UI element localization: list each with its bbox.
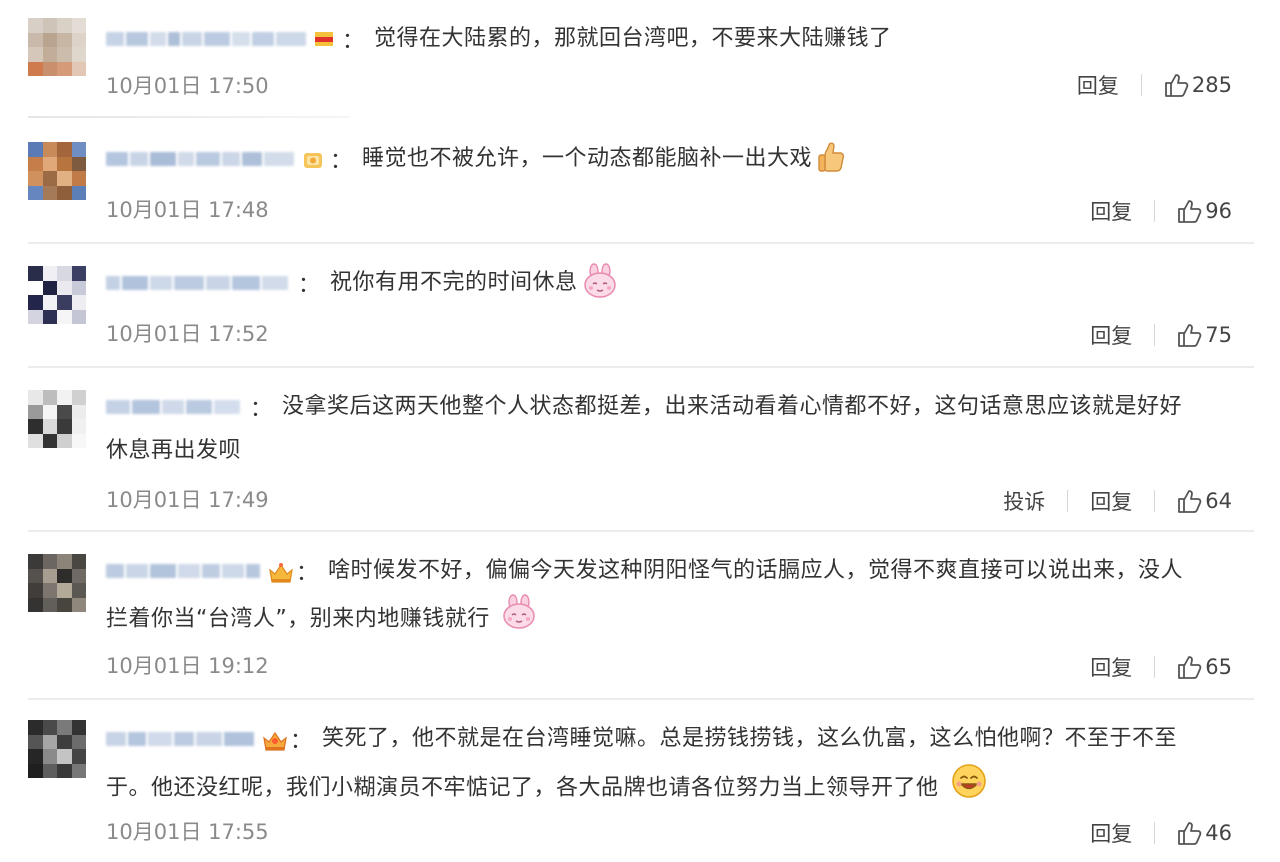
reply-button[interactable]: 回复 xyxy=(1090,320,1132,350)
divider xyxy=(28,530,1254,532)
gold-badge-icon xyxy=(302,149,322,169)
action-separator xyxy=(1154,490,1156,512)
divider xyxy=(28,242,1254,244)
avatar[interactable] xyxy=(28,142,86,200)
comment-text-continued: 拦着你当“台湾人”，别来内地赚钱就行 xyxy=(106,594,537,645)
colon: ： xyxy=(330,149,353,174)
smile-emoji xyxy=(950,762,988,815)
comment-text: 啥时候发不好，偏偏今天发这种阴阳怪气的话膈应人，觉得不爽直接可以说出来，没人 xyxy=(328,558,1184,583)
colon: ： xyxy=(298,273,321,298)
comment-text-continued: 休息再出发呗 xyxy=(106,438,242,463)
comment-time: 10月01日 17:55 xyxy=(106,820,269,844)
reply-button[interactable]: 回复 xyxy=(1077,70,1119,100)
thumbs-up-icon xyxy=(1178,656,1202,679)
action-separator xyxy=(1154,324,1156,346)
colon: ： xyxy=(290,729,313,754)
like-count: 285 xyxy=(1191,73,1232,97)
divider xyxy=(28,116,350,118)
action-separator xyxy=(1154,656,1156,678)
username[interactable]: ： 觉得在大陆累的，那就回台湾吧，不要来大陆赚钱了 xyxy=(106,26,892,54)
comment-time: 10月01日 17:48 xyxy=(106,198,269,222)
comment-text: 觉得在大陆累的，那就回台湾吧，不要来大陆赚钱了 xyxy=(374,26,892,51)
reply-button[interactable]: 回复 xyxy=(1090,486,1132,516)
comment-text: 笑死了，他不就是在台湾睡觉嘛。总是捞钱捞钱，这么仇富，这么怕他啊？不至于不至 xyxy=(322,726,1178,751)
thumbs-up-icon xyxy=(1165,74,1189,97)
comment-actions: 回复 46 xyxy=(1090,818,1232,848)
like-count: 64 xyxy=(1205,489,1232,513)
like-count: 65 xyxy=(1205,655,1232,679)
complaint-button[interactable]: 投诉 xyxy=(1003,486,1045,516)
comment-list: ： 觉得在大陆累的，那就回台湾吧，不要来大陆赚钱了 10月01日 17:50 回… xyxy=(0,0,1280,862)
thumbs-up-icon xyxy=(1178,200,1202,223)
colon: ： xyxy=(296,561,319,586)
thumbs-up-icon xyxy=(1178,490,1202,513)
pink-bunny-emoji xyxy=(501,594,537,645)
avatar[interactable] xyxy=(28,554,86,612)
username[interactable]: ： 祝你有用不完的时间休息 xyxy=(106,263,618,298)
thumbs-up-emoji xyxy=(816,140,846,178)
avatar[interactable] xyxy=(28,266,86,324)
divider xyxy=(28,698,1254,700)
like-button[interactable]: 96 xyxy=(1177,198,1232,224)
comment-actions: 回复 96 xyxy=(1090,196,1232,226)
comment-text-line2: 于。他还没红呢，我们小糊演员不牢惦记了，各大品牌也请各位努力当上领导开了他 xyxy=(106,775,939,801)
username[interactable]: ： 啥时候发不好，偏偏今天发这种阴阳怪气的话膈应人，觉得不爽直接可以说出来，没人 xyxy=(106,558,1184,586)
comment-text-line2: 拦着你当“台湾人”，别来内地赚钱就行 xyxy=(106,606,490,632)
reply-button[interactable]: 回复 xyxy=(1090,652,1132,682)
colon: ： xyxy=(250,397,273,422)
crown-badge-icon xyxy=(268,561,293,583)
pink-bunny-emoji xyxy=(582,263,618,303)
avatar[interactable] xyxy=(28,390,86,448)
like-count: 75 xyxy=(1205,323,1232,347)
comment-actions: 回复 75 xyxy=(1090,320,1232,350)
like-count: 96 xyxy=(1205,199,1232,223)
comment-text: 睡觉也不被允许，一个动态都能脑补一出大戏 xyxy=(362,146,813,171)
crown-badge-icon xyxy=(262,729,287,751)
comment-actions: 回复 65 xyxy=(1090,652,1232,682)
reply-button[interactable]: 回复 xyxy=(1090,818,1132,848)
username[interactable]: ： 没拿奖后这两天他整个人状态都挺差，出来活动看着心情都不好，这句话意思应该就是… xyxy=(106,394,1183,422)
reply-button[interactable]: 回复 xyxy=(1090,196,1132,226)
like-button[interactable]: 75 xyxy=(1177,322,1232,348)
action-separator xyxy=(1154,200,1156,222)
like-button[interactable]: 46 xyxy=(1177,820,1232,846)
like-button[interactable]: 64 xyxy=(1177,488,1232,514)
comment-time: 10月01日 17:50 xyxy=(106,74,269,98)
comment-time: 10月01日 19:12 xyxy=(106,654,269,678)
comment-text: 没拿奖后这两天他整个人状态都挺差，出来活动看着心情都不好，这句话意思应该就是好好 xyxy=(282,394,1183,419)
comment-actions: 回复 285 xyxy=(1077,70,1232,100)
like-button[interactable]: 285 xyxy=(1164,72,1232,98)
avatar[interactable] xyxy=(28,18,86,76)
comment-time: 10月01日 17:49 xyxy=(106,488,269,512)
comment-actions: 投诉 回复 64 xyxy=(1003,486,1232,516)
like-button[interactable]: 65 xyxy=(1177,654,1232,680)
like-count: 46 xyxy=(1205,821,1232,845)
flag-badge-icon xyxy=(314,29,334,49)
comment-text: 祝你有用不完的时间休息 xyxy=(330,270,578,295)
thumbs-up-icon xyxy=(1178,822,1202,845)
colon: ： xyxy=(342,29,365,54)
comment-text-continued: 于。他还没红呢，我们小糊演员不牢惦记了，各大品牌也请各位努力当上领导开了他 xyxy=(106,762,988,815)
username[interactable]: ： 笑死了，他不就是在台湾睡觉嘛。总是捞钱捞钱，这么仇富，这么怕他啊？不至于不至 xyxy=(106,726,1178,754)
thumbs-up-icon xyxy=(1178,324,1202,347)
divider xyxy=(28,366,1254,368)
action-separator xyxy=(1154,822,1156,844)
comment-time: 10月01日 17:52 xyxy=(106,322,269,346)
action-separator xyxy=(1140,74,1142,96)
username[interactable]: ： 睡觉也不被允许，一个动态都能脑补一出大戏 xyxy=(106,142,846,174)
avatar[interactable] xyxy=(28,720,86,778)
action-separator xyxy=(1067,490,1069,512)
